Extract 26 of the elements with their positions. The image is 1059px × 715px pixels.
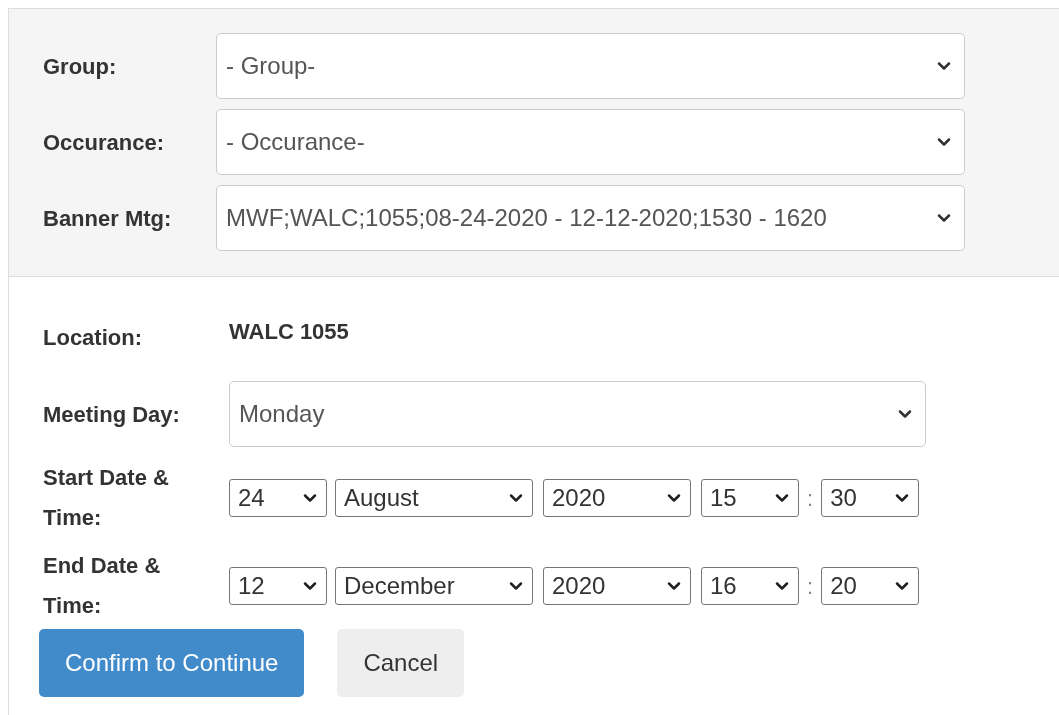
location-value: WALC 1055 [229,317,349,346]
field-label: Meeting Day: [43,400,181,429]
dropdown-field[interactable]: August [335,479,533,517]
dropdown-field[interactable]: 30 [821,479,920,517]
dropdown-field[interactable]: 2020 [543,567,691,605]
dropdown-field[interactable]: - Occurance- [216,109,965,175]
field-label: Banner Mtg: [43,204,173,233]
field-label: Location: [43,323,143,352]
time-separator: : [807,572,814,601]
field-label: Occurance: [43,128,166,157]
dropdown-field[interactable]: December [335,567,533,605]
dropdown-field[interactable]: 16 [701,567,799,605]
cancel-button[interactable]: Cancel [337,629,465,697]
dropdown-field[interactable]: MWF;WALC;1055;08-24-2020 - 12-12-2020;1530 - 1620 [216,185,965,251]
dropdown-field[interactable]: 20 [821,567,920,605]
dropdown-field[interactable]: 2020 [543,479,691,517]
dropdown-field[interactable]: Monday [229,381,926,447]
field-label: End Date & Time: [43,552,162,620]
dropdown-field[interactable]: 12 [229,567,327,605]
field-label: Start Date & Time: [43,464,170,532]
time-separator: : [807,484,814,513]
dropdown-field[interactable]: 15 [701,479,799,517]
field-label: Group: [43,52,118,81]
confirm-button[interactable]: Confirm to Continue [39,629,305,697]
dropdown-field[interactable]: 24 [229,479,327,517]
dropdown-field[interactable]: - Group- [216,33,965,99]
